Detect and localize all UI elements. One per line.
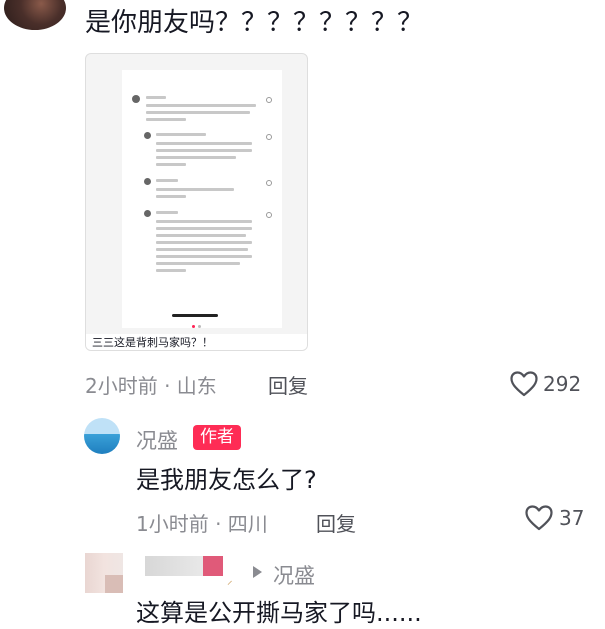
reply-time-location: 1小时前 · 四川 [136,512,268,536]
mini-avatar [132,95,140,103]
commenter-badge-blurred [203,556,223,576]
reply-button[interactable]: 回复 [268,370,308,399]
attached-screenshot-image [122,70,282,328]
like-heart-icon[interactable] [510,371,538,397]
commenter-avatar-blurred[interactable] [85,553,123,593]
comment-time-location: 2小时前 · 山东 [85,374,217,398]
mini-heart-icon [266,97,272,103]
author-username[interactable]: 况盛 [136,425,178,455]
commenter-name-blurred[interactable] [145,556,205,576]
mini-heart-icon [266,212,272,218]
reply-arrow-icon [253,566,262,578]
attached-screenshot-card[interactable]: 三三这是背刺马家吗？！ [85,53,308,351]
comment-text: 是你朋友吗？？？？？？？？ [85,8,424,38]
commenter-avatar[interactable] [4,0,66,30]
like-count: 37 [559,506,585,530]
reply-button[interactable]: 回复 [316,508,356,537]
mini-heart-icon [266,134,272,140]
page-dot-active [192,325,195,328]
comment-text: 这算是公开撕马家了吗...... [136,599,422,627]
author-badge: 作者 [193,425,241,450]
home-indicator [172,314,218,317]
card-caption: 三三这是背刺马家吗？！ [86,334,307,350]
level-icon: ⸝ [227,574,233,587]
author-avatar[interactable] [84,418,120,454]
reply-target-username[interactable]: 况盛 [273,560,315,590]
reply-text: 是我朋友怎么了? [136,466,317,494]
like-count: 292 [543,372,582,396]
like-heart-icon[interactable] [525,505,553,531]
mini-heart-icon [266,180,272,186]
page-dot [198,325,201,328]
